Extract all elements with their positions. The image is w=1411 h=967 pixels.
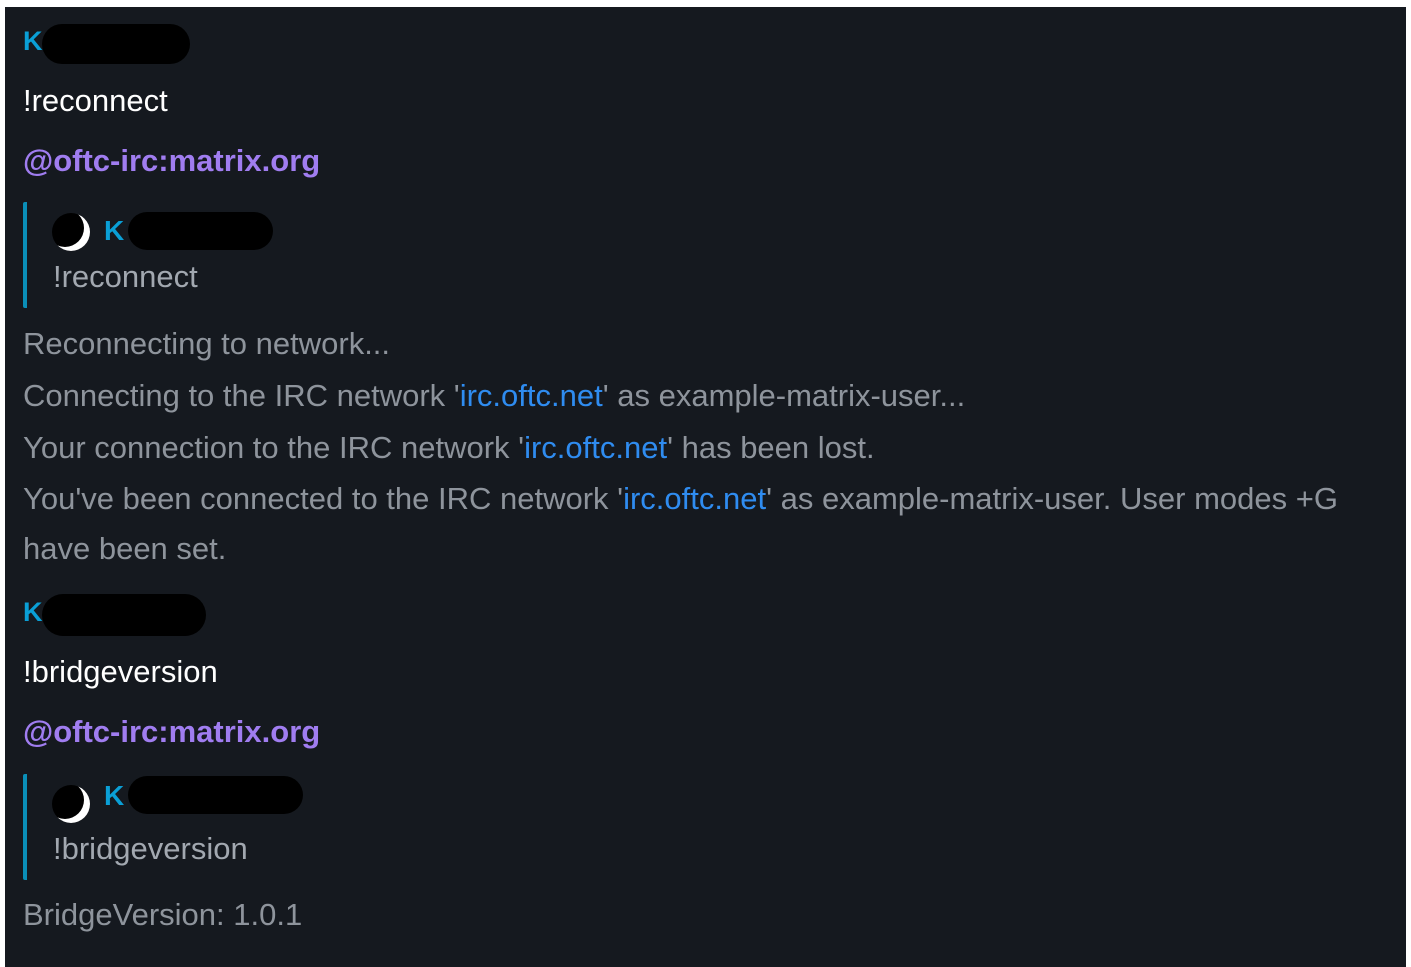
notice-line: Connecting to the IRC network 'irc.oftc.… xyxy=(23,378,966,413)
sender-name[interactable]: K xyxy=(23,24,43,58)
bot-sender-name[interactable]: @oftc-irc:matrix.org xyxy=(23,141,320,181)
user-avatar-icon[interactable] xyxy=(52,785,90,823)
chat-timeline: K !reconnect @oftc-irc:matrix.org K !rec… xyxy=(5,7,1406,967)
user-avatar-icon[interactable] xyxy=(52,213,90,251)
bot-sender-name[interactable]: @oftc-irc:matrix.org xyxy=(23,712,320,752)
redacted-name xyxy=(128,776,303,814)
link[interactable]: irc.oftc.net xyxy=(524,430,667,465)
sender-initial: K xyxy=(23,26,43,56)
sender-initial: K xyxy=(23,597,43,627)
notice-message: BridgeVersion: 1.0.1 xyxy=(23,889,1383,941)
redacted-name xyxy=(128,212,273,250)
quote-body: !bridgeversion xyxy=(53,831,248,866)
reply-quote[interactable]: K !bridgeversion xyxy=(23,774,627,880)
message-body: !bridgeversion xyxy=(23,654,218,689)
redacted-name xyxy=(42,24,190,64)
sender-name[interactable]: K xyxy=(23,595,43,629)
link[interactable]: irc.oftc.net xyxy=(460,378,603,413)
notice-message: Reconnecting to network... Connecting to… xyxy=(23,318,1383,574)
quote-sender-name[interactable]: K xyxy=(104,779,124,813)
redacted-name xyxy=(42,594,206,636)
quote-body: !reconnect xyxy=(53,259,198,294)
notice-line: Your connection to the IRC network 'irc.… xyxy=(23,430,875,465)
notice-line: You've been connected to the IRC network… xyxy=(23,481,1338,566)
notice-line: Reconnecting to network... xyxy=(23,326,391,361)
reply-quote[interactable]: K !reconnect xyxy=(23,202,627,308)
message-body: !reconnect xyxy=(23,83,168,118)
notice-line: BridgeVersion: 1.0.1 xyxy=(23,897,303,932)
link[interactable]: irc.oftc.net xyxy=(623,481,766,516)
quote-sender-name[interactable]: K xyxy=(104,214,124,248)
